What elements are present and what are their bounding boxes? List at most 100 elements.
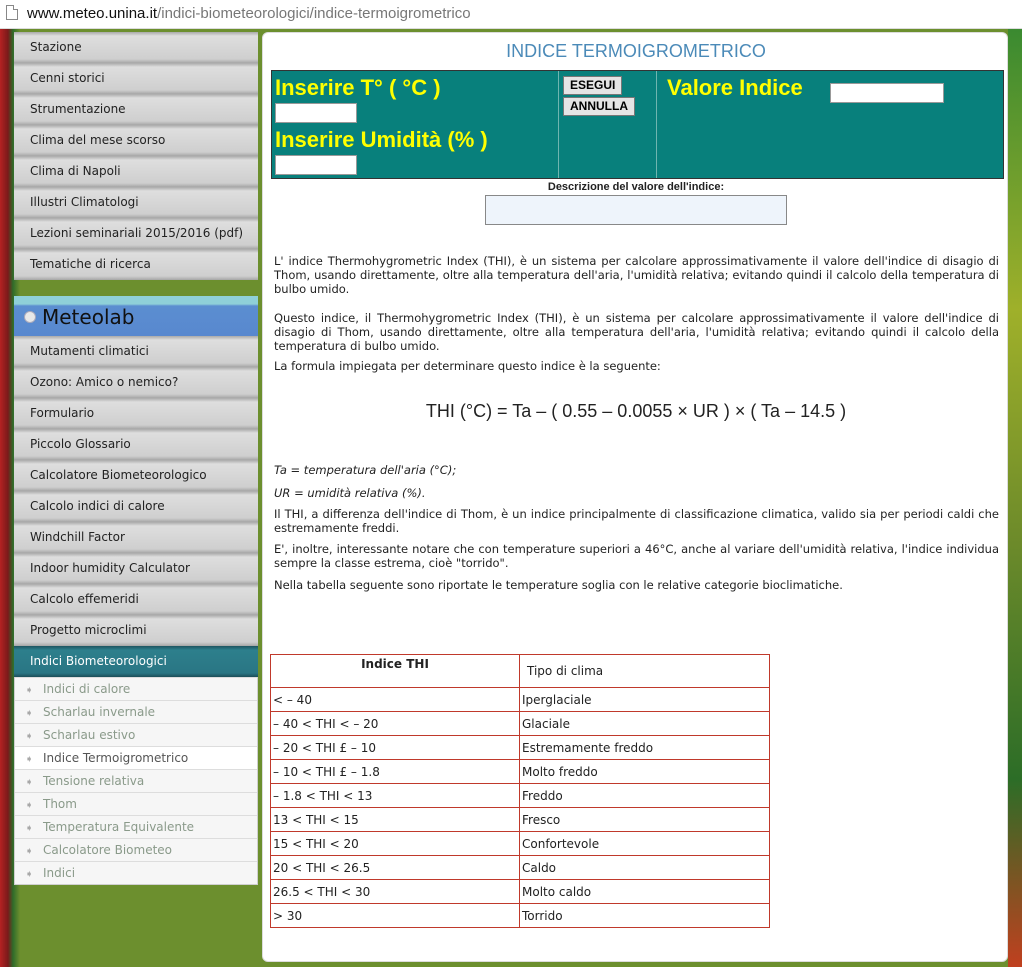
sidebar-item-piccolo-glossario[interactable]: Piccolo Glossario [14, 429, 258, 460]
table-header-row: Indice THI Tipo di clima [270, 654, 770, 688]
table-row: – 10 < THI £ – 1.8 Molto freddo [270, 759, 770, 784]
climate-type-cell: Estremamente freddo [519, 735, 770, 760]
table-row: – 1.8 < THI < 13 Freddo [270, 783, 770, 808]
climate-type-cell: Fresco [519, 807, 770, 832]
thi-range-cell: 15 < THI < 20 [270, 831, 520, 856]
header-thi: Indice THI [270, 654, 520, 688]
thi-range-cell: – 1.8 < THI < 13 [270, 783, 520, 808]
climate-type-cell: Iperglaciale [519, 687, 770, 712]
submenu-item-thom[interactable]: ➧ Thom [15, 792, 257, 815]
temperature-input[interactable] [275, 103, 357, 123]
submenu-item-indici[interactable]: ➧ Indici [15, 861, 257, 884]
url-path: /indici-biometeorologici/indice-termoigr… [157, 5, 471, 22]
bullet-icon [24, 311, 36, 323]
submenu-item-label: Tensione relativa [43, 774, 145, 788]
sidebar-item-windchill-factor[interactable]: Windchill Factor [14, 522, 258, 553]
result-output[interactable] [830, 83, 944, 103]
sidebar-item-calcolo-effemeridi[interactable]: Calcolo effemeridi [14, 584, 258, 615]
button-cell: ESEGUI ANNULLA [559, 71, 657, 178]
thi-range-cell: > 30 [270, 903, 520, 928]
thi-range-cell: 26.5 < THI < 30 [270, 879, 520, 904]
page-title: INDICE TERMOIGROMETRICO [506, 41, 766, 61]
url-host: www.meteo.unina.it [27, 5, 158, 22]
table-row: 13 < THI < 15 Fresco [270, 807, 770, 832]
arrow-icon: ➧ [25, 823, 34, 834]
table-row: < – 40 Iperglaciale [270, 687, 770, 712]
definition-ta: Ta = temperatura dell'aria (°C); [274, 463, 457, 477]
description-label: Descrizione del valore dell'indice: [547, 181, 725, 193]
submenu-item-label: Scharlau estivo [43, 728, 136, 742]
sidebar-item-ozono-amico-o-nemico[interactable]: Ozono: Amico o nemico? [14, 367, 258, 398]
submenu-item-label: Indici di calore [43, 682, 131, 696]
climate-type-cell: Torrido [519, 903, 770, 928]
sidebar-item-formulario[interactable]: Formulario [14, 398, 258, 429]
definition-ur: UR = umidità relativa (%). [274, 486, 426, 500]
sidebar-item-tematiche-di-ricerca[interactable]: Tematiche di ricerca [14, 249, 258, 280]
thi-description: Il THI, a differenza dell'indice di Thom… [274, 507, 999, 535]
submenu-item-scharlau-invernale[interactable]: ➧ Scharlau invernale [15, 700, 257, 723]
meteolab-menu: Mutamenti climatici Ozono: Amico o nemico… [14, 336, 258, 646]
run-button[interactable]: ESEGUI [563, 76, 623, 95]
submenu: ➧ Indici di calore ➧ Scharlau invernale ➧ Sch… [14, 677, 258, 885]
table-row: 26.5 < THI < 30 Molto caldo [270, 879, 770, 904]
submenu-item-label: Indici [43, 866, 76, 880]
humidity-input[interactable] [275, 155, 357, 175]
climate-type-cell: Molto caldo [519, 879, 770, 904]
thi-range-cell: 13 < THI < 15 [270, 807, 520, 832]
arrow-icon: ➧ [25, 869, 34, 880]
input-cell: Inserire T° ( °C ) Inserire Umidità (% ) [272, 71, 559, 178]
thi-range-cell: 20 < THI < 26.5 [270, 855, 520, 880]
meteolab-section-header: Meteolab [14, 296, 258, 336]
sidebar-item-calcolo-indici-di-calore[interactable]: Calcolo indici di calore [14, 491, 258, 522]
arrow-icon: ➧ [25, 708, 34, 719]
submenu-item-indice-termoigrometrico[interactable]: ➧ Indice Termoigrometrico [15, 746, 257, 769]
result-label: Valore Indice [667, 75, 803, 100]
thi-calculator: Inserire T° ( °C ) Inserire Umidità (% )… [271, 70, 1004, 179]
table-row: > 30 Torrido [270, 903, 770, 928]
address-bar[interactable]: www.meteo.unina.it/indici-biometeorologi… [0, 0, 1022, 29]
table-row: 15 < THI < 20 Confortevole [270, 831, 770, 856]
submenu-item-temperatura-equivalente[interactable]: ➧ Temperatura Equivalente [15, 815, 257, 838]
climate-type-cell: Glaciale [519, 711, 770, 736]
sidebar-item-indici-biometeorologici[interactable]: Indici Biometeorologici [14, 646, 258, 677]
torrid-note: E', inoltre, interessante notare che con… [274, 542, 999, 570]
submenu-item-scharlau-estivo[interactable]: ➧ Scharlau estivo [15, 723, 257, 746]
sidebar-item-stazione[interactable]: Stazione [14, 32, 258, 63]
submenu-item-calcolatore-biometeo[interactable]: ➧ Calcolatore Biometeo [15, 838, 257, 861]
sidebar-item-illustri-climatologi[interactable]: Illustri Climatologi [14, 187, 258, 218]
sidebar-item-lezioni-seminariali-2015-2016-pdf[interactable]: Lezioni seminariali 2015/2016 (pdf) [14, 218, 258, 249]
sidebar-item-indoor-humidity-calculator[interactable]: Indoor humidity Calculator [14, 553, 258, 584]
reset-button[interactable]: ANNULLA [563, 97, 635, 116]
thi-range-cell: – 10 < THI £ – 1.8 [270, 759, 520, 784]
submenu-item-label: Calcolatore Biometeo [43, 843, 173, 857]
formula-intro: La formula impiegata per determinare que… [274, 359, 661, 373]
sidebar-item-clima-di-napoli[interactable]: Clima di Napoli [14, 156, 258, 187]
meteolab-title: Meteolab [42, 305, 135, 329]
climate-type-cell: Caldo [519, 855, 770, 880]
sidebar-item-calcolatore-biometeorologico[interactable]: Calcolatore Biometeorologico [14, 460, 258, 491]
sidebar-item-strumentazione[interactable]: Strumentazione [14, 94, 258, 125]
main-menu: Stazione Cenni storici Strumentazione Clima… [14, 32, 258, 280]
submenu-item-label: Temperatura Equivalente [43, 820, 195, 834]
sidebar-item-cenni-storici[interactable]: Cenni storici [14, 63, 258, 94]
url-text[interactable]: www.meteo.unina.it/indici-biometeorologi… [27, 1, 471, 27]
sidebar: Stazione Cenni storici Strumentazione Clima… [14, 32, 258, 885]
submenu-item-indici-di-calore[interactable]: ➧ Indici di calore [15, 677, 257, 700]
sidebar-item-progetto-microclimi[interactable]: Progetto microclimi [14, 615, 258, 646]
submenu-item-label: Scharlau invernale [43, 705, 156, 719]
submenu-item-tensione-relativa[interactable]: ➧ Tensione relativa [15, 769, 257, 792]
arrow-icon: ➧ [25, 685, 34, 696]
arrow-icon: ➧ [25, 800, 34, 811]
header-climate: Tipo di clima [519, 654, 770, 688]
page-icon [6, 5, 18, 20]
temperature-label: Inserire T° ( °C ) [275, 75, 441, 100]
sidebar-item-clima-del-mese-scorso[interactable]: Clima del mese scorso [14, 125, 258, 156]
description-textarea[interactable] [485, 195, 787, 225]
arrow-icon: ➧ [25, 754, 34, 765]
climate-type-cell: Molto freddo [519, 759, 770, 784]
sidebar-item-mutamenti-climatici[interactable]: Mutamenti climatici [14, 336, 258, 367]
thi-range-cell: – 40 < THI < – 20 [270, 711, 520, 736]
humidity-label: Inserire Umidità (% ) [275, 127, 488, 152]
arrow-icon: ➧ [25, 731, 34, 742]
table-intro: Nella tabella seguente sono riportate le… [274, 578, 843, 592]
